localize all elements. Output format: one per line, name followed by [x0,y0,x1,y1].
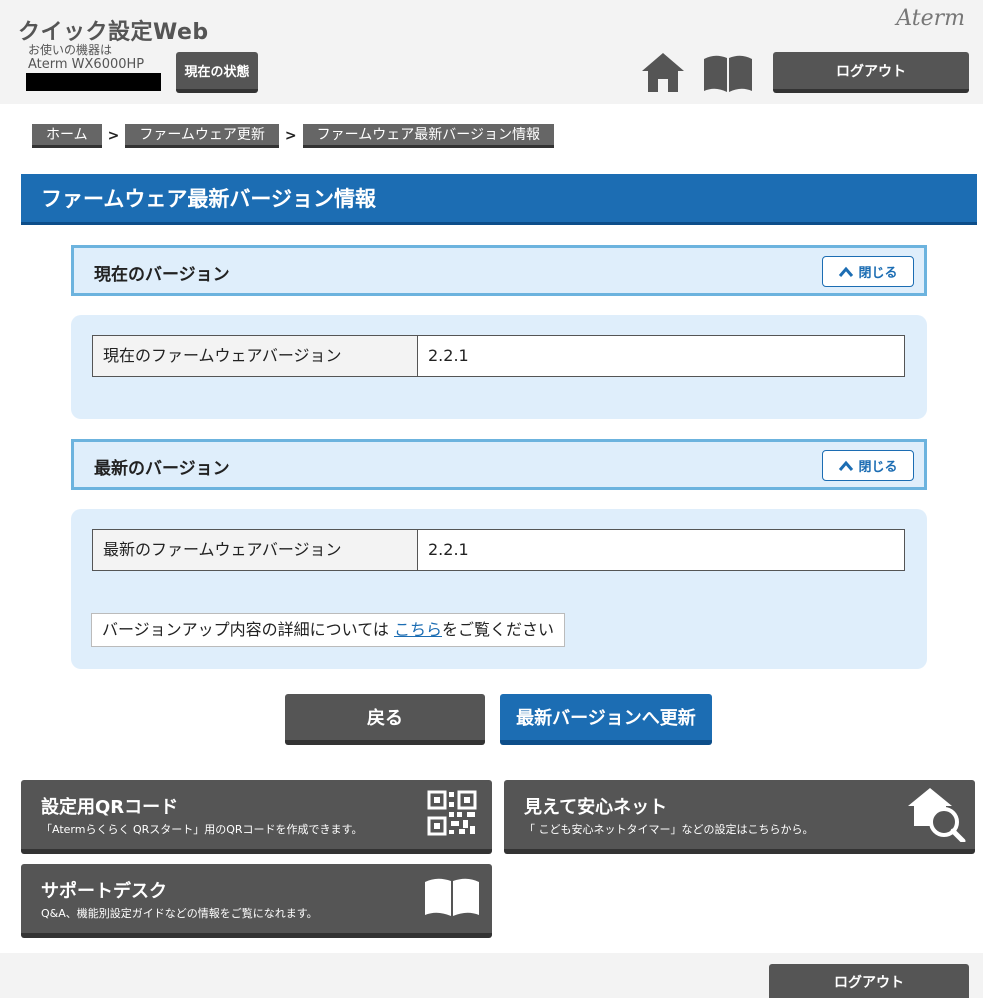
current-version-header: 現在のバージョン 閉じる [71,245,927,296]
device-name: Aterm WX6000HP [28,57,145,72]
breadcrumb-separator: > [284,128,297,144]
latest-firmware-label: 最新のファームウェアバージョン [93,530,418,570]
home-icon[interactable] [640,51,686,93]
book-icon[interactable] [702,53,754,93]
current-version-title: 現在のバージョン [94,265,230,285]
latest-version-title: 最新のバージョン [94,459,230,479]
latest-version-header: 最新のバージョン 閉じる [71,439,927,490]
support-desk-tile[interactable]: サポートデスク Q&A、機能別設定ガイドなどの情報をご覧になれます。 [21,864,492,938]
current-firmware-value: 2.2.1 [428,346,469,365]
logout-button[interactable]: ログアウト [773,52,969,93]
update-to-latest-button[interactable]: 最新バージョンへ更新 [500,694,712,745]
latest-version-toggle-button[interactable]: 閉じる [822,450,914,481]
qr-code-tile-desc: 「Atermらくらく QRスタート」用のQRコードを作成できます。 [41,823,363,836]
back-button[interactable]: 戻る [285,694,485,745]
release-notes-link[interactable]: こちら [394,620,442,639]
chevron-up-icon [839,460,854,471]
breadcrumb-home[interactable]: ホーム [32,124,102,148]
status-button[interactable]: 現在の状態 [176,52,258,93]
breadcrumb-current-page[interactable]: ファームウェア最新バージョン情報 [302,124,554,148]
brand-logo: Aterm [896,6,965,31]
current-firmware-label: 現在のファームウェアバージョン [93,336,418,376]
qr-code-tile[interactable]: 設定用QRコード 「Atermらくらく QRスタート」用のQRコードを作成できま… [21,780,492,854]
safe-net-tile[interactable]: 見えて安心ネット 「 こども安心ネットタイマー」などの設定はこちらから。 [504,780,975,854]
qr-code-icon [427,790,477,836]
breadcrumb-firmware-update[interactable]: ファームウェア更新 [125,124,279,148]
latest-version-body: 最新のファームウェアバージョン 2.2.1 バージョンアップ内容の詳細については… [71,509,927,669]
device-label: お使いの機器は [28,43,113,57]
current-firmware-row: 現在のファームウェアバージョン 2.2.1 [92,335,905,377]
house-search-icon [908,788,966,842]
safe-net-tile-title: 見えて安心ネット [524,797,668,818]
toggle-label: 閉じる [858,460,898,475]
release-notes-suffix: をご覧ください [442,620,555,639]
latest-firmware-row: 最新のファームウェアバージョン 2.2.1 [92,529,905,571]
redacted-field [26,73,161,91]
latest-firmware-value: 2.2.1 [428,540,469,559]
book-icon [425,878,479,916]
qr-code-tile-title: 設定用QRコード [41,797,179,818]
safe-net-tile-desc: 「 こども安心ネットタイマー」などの設定はこちらから。 [524,823,814,836]
breadcrumb: ホーム > ファームウェア更新 > ファームウェア最新バージョン情報 [32,124,554,148]
breadcrumb-separator: > [107,128,120,144]
release-notes-note: バージョンアップ内容の詳細については こちらをご覧ください [91,613,566,647]
current-version-body: 現在のファームウェアバージョン 2.2.1 [71,315,927,419]
current-version-toggle-button[interactable]: 閉じる [822,256,914,287]
chevron-up-icon [839,266,854,277]
page-title: ファームウェア最新バージョン情報 [21,174,977,225]
release-notes-prefix: バージョンアップ内容の詳細については [102,620,389,639]
support-desk-tile-desc: Q&A、機能別設定ガイドなどの情報をご覧になれます。 [41,907,318,920]
footer-logout-button[interactable]: ログアウト [769,964,969,998]
support-desk-tile-title: サポートデスク [41,881,167,902]
toggle-label: 閉じる [858,266,898,281]
